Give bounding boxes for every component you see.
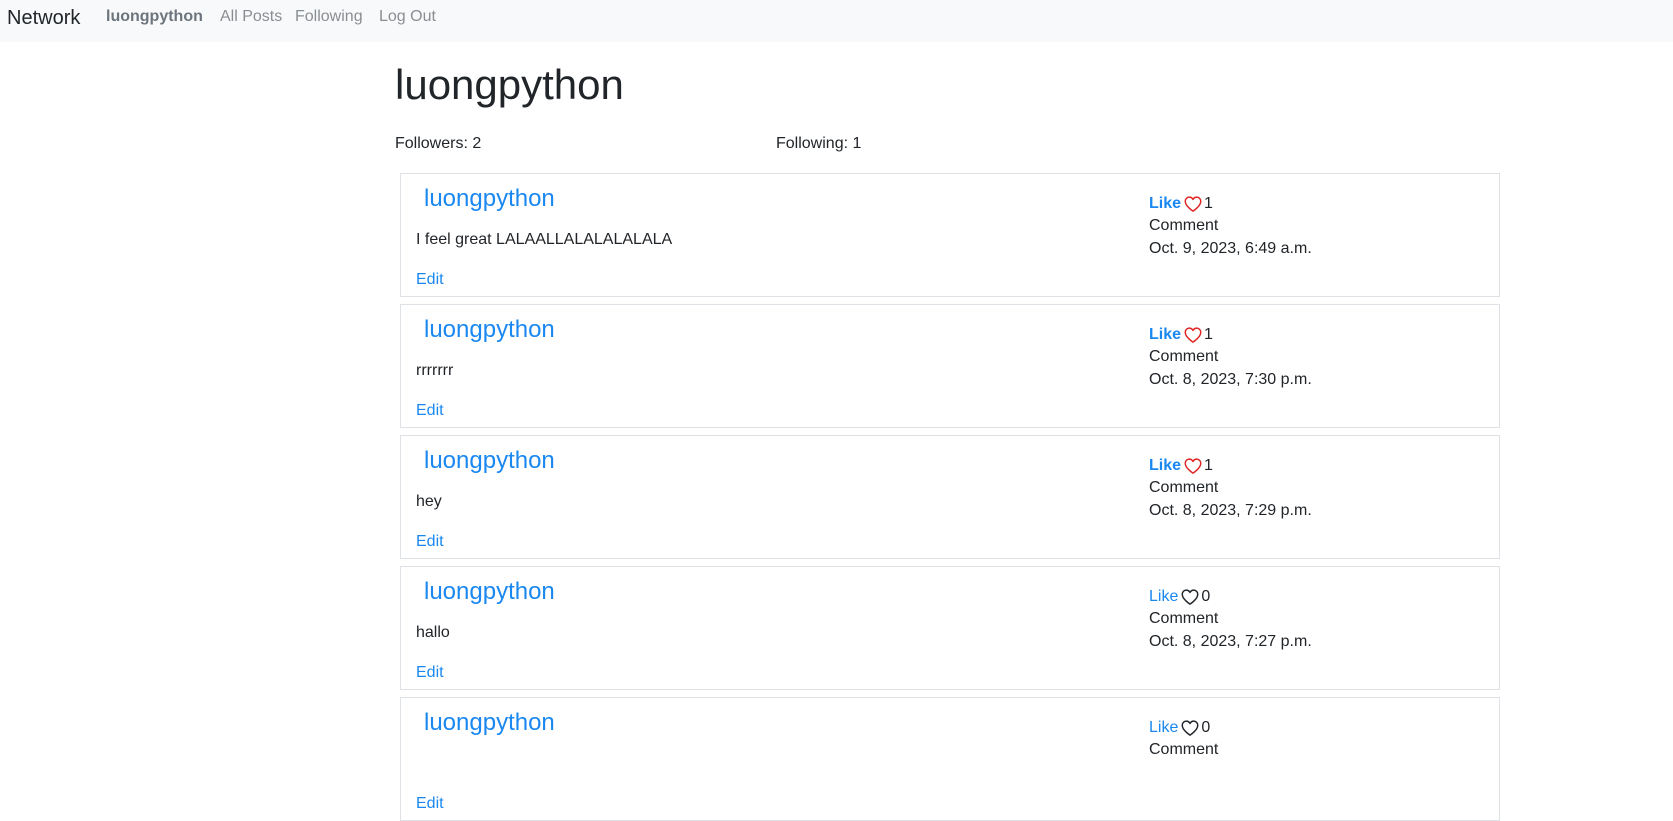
heart-icon[interactable] xyxy=(1181,720,1199,736)
post-author-link[interactable]: luongpython xyxy=(424,708,555,738)
comment-link[interactable]: Comment xyxy=(1149,740,1218,760)
edit-post-link[interactable]: Edit xyxy=(416,794,444,814)
like-row: Like 0 xyxy=(1149,716,1210,740)
comment-link[interactable]: Comment xyxy=(1149,478,1218,498)
like-count: 0 xyxy=(1201,719,1211,736)
post-timestamp: Oct. 8, 2023, 7:27 p.m. xyxy=(1149,633,1312,650)
post-author-link[interactable]: luongpython xyxy=(424,315,555,345)
post-content: hey xyxy=(416,493,442,510)
post-card: luongpython Edit Like 0 Comment xyxy=(400,697,1500,821)
nav-profile-link[interactable]: luongpython xyxy=(106,7,203,27)
post-content: I feel great LALAALLALALALALALA xyxy=(416,231,673,248)
profile-username-heading: luongpython xyxy=(395,61,624,108)
brand-link[interactable]: Network xyxy=(7,6,80,30)
post-timestamp: Oct. 9, 2023, 6:49 a.m. xyxy=(1149,240,1312,257)
heart-icon[interactable] xyxy=(1184,458,1202,474)
heart-icon[interactable] xyxy=(1184,196,1202,212)
edit-post-link[interactable]: Edit xyxy=(416,270,444,290)
nav-following-link[interactable]: Following xyxy=(295,7,363,27)
like-row: Like 1 xyxy=(1149,454,1213,478)
following-count: Following: 1 xyxy=(776,135,862,152)
comment-link[interactable]: Comment xyxy=(1149,216,1218,236)
like-count: 1 xyxy=(1204,195,1213,212)
like-button[interactable]: Like xyxy=(1149,195,1181,212)
post-card: luongpython hey Edit Like 1 Comment Oct. 8, 20… xyxy=(400,435,1500,559)
navbar: Network luongpython All Posts Following … xyxy=(0,0,1673,42)
post-card: luongpython I feel great LALAALLALALALALA… xyxy=(400,173,1500,297)
like-row: Like 1 xyxy=(1149,192,1213,216)
post-timestamp: Oct. 8, 2023, 7:29 p.m. xyxy=(1149,502,1312,519)
post-card: luongpython hallo Edit Like 0 Comment Oct. 8, … xyxy=(400,566,1500,690)
nav-logout-link[interactable]: Log Out xyxy=(379,7,436,27)
like-row: Like 0 xyxy=(1149,585,1210,609)
like-count: 1 xyxy=(1204,326,1213,343)
post-content: hallo xyxy=(416,624,450,641)
like-button[interactable]: Like xyxy=(1149,326,1181,343)
post-author-link[interactable]: luongpython xyxy=(424,577,555,607)
post-card: luongpython rrrrrrr Edit Like 1 Comment Oct. 8… xyxy=(400,304,1500,428)
comment-link[interactable]: Comment xyxy=(1149,609,1218,629)
heart-icon[interactable] xyxy=(1184,327,1202,343)
followers-count: Followers: 2 xyxy=(395,135,482,152)
comment-link[interactable]: Comment xyxy=(1149,347,1218,367)
edit-post-link[interactable]: Edit xyxy=(416,663,444,683)
like-row: Like 1 xyxy=(1149,323,1213,347)
edit-post-link[interactable]: Edit xyxy=(416,401,444,421)
like-count: 1 xyxy=(1204,457,1213,474)
edit-post-link[interactable]: Edit xyxy=(416,532,444,552)
heart-icon[interactable] xyxy=(1181,589,1199,605)
like-button[interactable]: Like xyxy=(1149,457,1181,474)
like-button[interactable]: Like xyxy=(1149,719,1178,736)
post-author-link[interactable]: luongpython xyxy=(424,184,555,214)
like-button[interactable]: Like xyxy=(1149,588,1178,605)
like-count: 0 xyxy=(1201,588,1211,605)
nav-all-posts-link[interactable]: All Posts xyxy=(220,7,282,27)
post-content: rrrrrrr xyxy=(416,362,454,379)
post-timestamp: Oct. 8, 2023, 7:30 p.m. xyxy=(1149,371,1312,388)
post-author-link[interactable]: luongpython xyxy=(424,446,555,476)
